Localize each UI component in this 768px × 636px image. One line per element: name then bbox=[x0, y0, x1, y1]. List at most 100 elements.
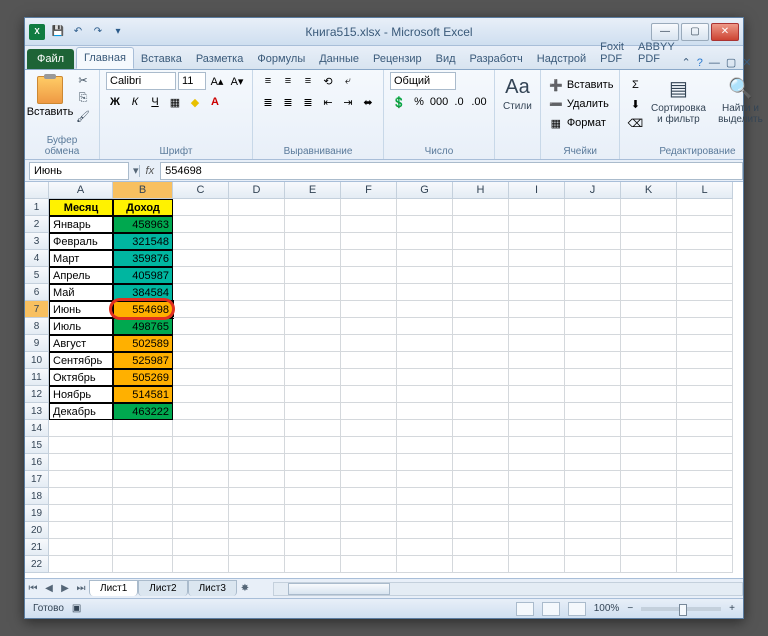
cell-empty[interactable] bbox=[341, 318, 397, 335]
cell-empty[interactable] bbox=[173, 233, 229, 250]
cell-empty[interactable] bbox=[229, 267, 285, 284]
cell-empty[interactable] bbox=[677, 267, 733, 284]
row-header-21[interactable]: 21 bbox=[25, 539, 49, 556]
col-header-C[interactable]: C bbox=[173, 182, 229, 199]
cell-empty[interactable] bbox=[453, 284, 509, 301]
cell-empty[interactable] bbox=[565, 556, 621, 573]
cell-empty[interactable] bbox=[285, 233, 341, 250]
cell-empty[interactable] bbox=[173, 454, 229, 471]
col-header-J[interactable]: J bbox=[565, 182, 621, 199]
cell-empty[interactable] bbox=[677, 437, 733, 454]
cell-empty[interactable] bbox=[113, 505, 173, 522]
cell-empty[interactable] bbox=[453, 420, 509, 437]
cell-B13[interactable]: 463222 bbox=[113, 403, 173, 420]
cell-empty[interactable] bbox=[341, 539, 397, 556]
help-icon[interactable]: ? bbox=[697, 57, 703, 69]
cell-empty[interactable] bbox=[113, 420, 173, 437]
cell-empty[interactable] bbox=[509, 318, 565, 335]
cell-empty[interactable] bbox=[621, 386, 677, 403]
cell-A2[interactable]: Январь bbox=[49, 216, 113, 233]
cell-empty[interactable] bbox=[285, 539, 341, 556]
cell-empty[interactable] bbox=[173, 284, 229, 301]
cell-empty[interactable] bbox=[229, 352, 285, 369]
cell-empty[interactable] bbox=[173, 403, 229, 420]
cell-empty[interactable] bbox=[453, 216, 509, 233]
cell-empty[interactable] bbox=[341, 505, 397, 522]
cell-empty[interactable] bbox=[565, 318, 621, 335]
cell-empty[interactable] bbox=[341, 199, 397, 216]
cell-empty[interactable] bbox=[565, 369, 621, 386]
delete-cells-button[interactable]: ➖Удалить bbox=[547, 95, 609, 113]
cell-empty[interactable] bbox=[397, 488, 453, 505]
cell-empty[interactable] bbox=[397, 301, 453, 318]
cell-empty[interactable] bbox=[49, 522, 113, 539]
cell-B3[interactable]: 321548 bbox=[113, 233, 173, 250]
ribbon-tab-2[interactable]: Разметка bbox=[189, 49, 251, 69]
cell-empty[interactable] bbox=[173, 335, 229, 352]
cell-empty[interactable] bbox=[229, 522, 285, 539]
maximize-button[interactable]: ▢ bbox=[681, 23, 709, 41]
formula-input[interactable]: 554698 bbox=[160, 162, 743, 180]
save-button[interactable]: 💾 bbox=[49, 23, 67, 41]
increase-font-button[interactable]: A▴ bbox=[208, 72, 226, 90]
row-header-18[interactable]: 18 bbox=[25, 488, 49, 505]
sheet-nav-last[interactable]: ⏭ bbox=[73, 583, 89, 594]
col-header-F[interactable]: F bbox=[341, 182, 397, 199]
copy-button[interactable]: ⎘ bbox=[73, 90, 93, 106]
cell-empty[interactable] bbox=[285, 301, 341, 318]
cell-empty[interactable] bbox=[229, 199, 285, 216]
cell-empty[interactable] bbox=[677, 301, 733, 318]
cell-empty[interactable] bbox=[229, 284, 285, 301]
cell-empty[interactable] bbox=[677, 403, 733, 420]
minimize-ribbon-icon[interactable]: ⌃ bbox=[682, 56, 691, 69]
cell-empty[interactable] bbox=[677, 556, 733, 573]
undo-button[interactable]: ↶ bbox=[69, 23, 87, 41]
horizontal-scrollbar[interactable] bbox=[273, 582, 743, 596]
cell-empty[interactable] bbox=[113, 556, 173, 573]
cell-empty[interactable] bbox=[229, 386, 285, 403]
cell-empty[interactable] bbox=[509, 454, 565, 471]
cell-empty[interactable] bbox=[341, 471, 397, 488]
row-header-19[interactable]: 19 bbox=[25, 505, 49, 522]
cell-empty[interactable] bbox=[565, 233, 621, 250]
cell-empty[interactable] bbox=[397, 216, 453, 233]
cell-empty[interactable] bbox=[565, 335, 621, 352]
cell-empty[interactable] bbox=[565, 199, 621, 216]
autosum-button[interactable]: Σ bbox=[626, 76, 644, 94]
row-header-5[interactable]: 5 bbox=[25, 267, 49, 284]
cell-empty[interactable] bbox=[565, 403, 621, 420]
cell-empty[interactable] bbox=[285, 284, 341, 301]
cell-empty[interactable] bbox=[341, 250, 397, 267]
bold-button[interactable]: Ж bbox=[106, 93, 124, 111]
row-header-13[interactable]: 13 bbox=[25, 403, 49, 420]
ribbon-tab-5[interactable]: Рецензир bbox=[366, 49, 429, 69]
cell-empty[interactable] bbox=[397, 556, 453, 573]
italic-button[interactable]: К bbox=[126, 93, 144, 111]
cell-empty[interactable] bbox=[397, 539, 453, 556]
row-header-1[interactable]: 1 bbox=[25, 199, 49, 216]
ribbon-tab-8[interactable]: Надстрой bbox=[530, 49, 593, 69]
cell-empty[interactable] bbox=[565, 284, 621, 301]
comma-button[interactable]: 000 bbox=[430, 93, 448, 111]
cell-empty[interactable] bbox=[173, 267, 229, 284]
cell-empty[interactable] bbox=[285, 556, 341, 573]
row-header-15[interactable]: 15 bbox=[25, 437, 49, 454]
cell-empty[interactable] bbox=[229, 454, 285, 471]
cell-empty[interactable] bbox=[453, 301, 509, 318]
qat-more-icon[interactable]: ▾ bbox=[109, 23, 127, 41]
cell-empty[interactable] bbox=[677, 199, 733, 216]
cell-A5[interactable]: Апрель bbox=[49, 267, 113, 284]
cell-empty[interactable] bbox=[341, 403, 397, 420]
cell-empty[interactable] bbox=[453, 471, 509, 488]
cell-B10[interactable]: 525987 bbox=[113, 352, 173, 369]
cell-A1[interactable]: Месяц bbox=[49, 199, 113, 216]
currency-button[interactable]: 💲 bbox=[390, 93, 408, 111]
cell-empty[interactable] bbox=[621, 318, 677, 335]
cell-empty[interactable] bbox=[621, 369, 677, 386]
cell-empty[interactable] bbox=[173, 522, 229, 539]
name-box[interactable]: Июнь bbox=[29, 162, 129, 180]
ribbon-tab-4[interactable]: Данные bbox=[312, 49, 366, 69]
cell-empty[interactable] bbox=[341, 369, 397, 386]
percent-button[interactable]: % bbox=[410, 93, 428, 111]
cell-B7[interactable]: 554698 bbox=[113, 301, 173, 318]
